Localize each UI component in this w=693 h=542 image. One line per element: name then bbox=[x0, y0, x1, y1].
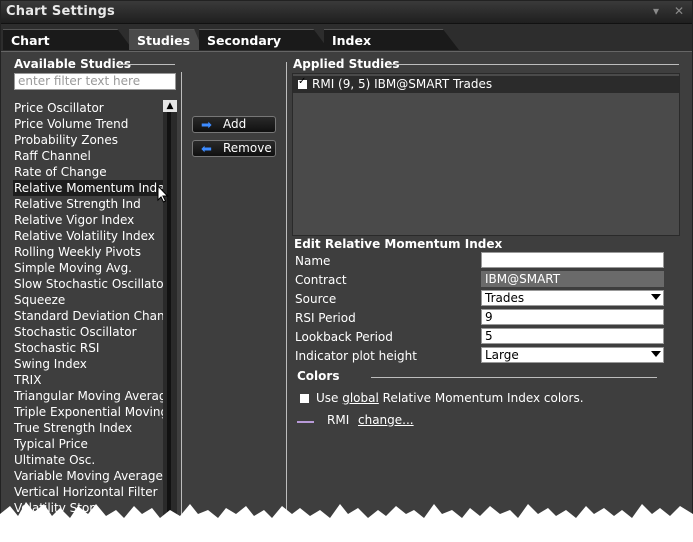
list-item[interactable]: Rolling Weekly Pivots bbox=[13, 244, 163, 260]
lookback-period-input[interactable]: 5 bbox=[481, 328, 664, 344]
torn-edge bbox=[0, 502, 693, 542]
studies-panel: Available Studies enter filter text here… bbox=[1, 51, 692, 541]
list-item[interactable]: Relative Momentum Index bbox=[13, 180, 163, 196]
list-item[interactable]: Squeeze bbox=[13, 292, 163, 308]
mouse-cursor-icon bbox=[157, 185, 169, 203]
contract-field: IBM@SMART bbox=[481, 271, 664, 287]
scroll-up-arrow-icon[interactable]: ▲ bbox=[163, 100, 177, 112]
tab-secondary-series[interactable]: Secondary Series bbox=[199, 29, 329, 50]
scrollbar-thumb[interactable] bbox=[167, 112, 171, 541]
arrow-left-icon: ⬅ bbox=[201, 142, 212, 157]
title-bar: Chart Settings ▾ ✕ bbox=[1, 1, 692, 24]
applied-study-checkbox[interactable] bbox=[298, 76, 307, 89]
chevron-down-icon bbox=[651, 351, 661, 357]
arrow-right-icon: ➡ bbox=[201, 118, 212, 133]
list-item[interactable]: Relative Strength Ind bbox=[13, 196, 163, 212]
edit-title: Edit Relative Momentum Index bbox=[294, 237, 503, 251]
list-item[interactable]: Variable Moving Average bbox=[13, 468, 163, 484]
available-studies-list[interactable]: Price Oscillator Price Volume Trend Probab… bbox=[13, 100, 163, 540]
close-icon[interactable]: ✕ bbox=[674, 4, 684, 18]
name-label: Name bbox=[295, 254, 331, 268]
list-item[interactable]: Rate of Change bbox=[13, 164, 163, 180]
applied-study-row[interactable]: RMI (9, 5) IBM@SMART Trades bbox=[293, 76, 679, 93]
chevron-down-icon bbox=[651, 294, 661, 300]
list-item[interactable]: Relative Volatility Index bbox=[13, 228, 163, 244]
name-input[interactable] bbox=[481, 252, 664, 268]
plot-height-select[interactable]: Large bbox=[481, 347, 664, 363]
lookback-period-label: Lookback Period bbox=[295, 330, 393, 344]
rmi-color-swatch bbox=[297, 421, 314, 423]
filter-input[interactable]: enter filter text here bbox=[14, 73, 176, 90]
list-item[interactable]: Price Volume Trend bbox=[13, 116, 163, 132]
tab-index-comparisons[interactable]: Index Comparisons bbox=[324, 29, 459, 50]
source-label: Source bbox=[295, 292, 337, 306]
list-item[interactable]: Ultimate Osc. bbox=[13, 452, 163, 468]
global-link[interactable]: global bbox=[342, 391, 379, 405]
column-divider bbox=[181, 72, 182, 541]
list-item[interactable]: Price Oscillator bbox=[13, 100, 163, 116]
rmi-line-label: RMI bbox=[327, 413, 350, 427]
divider bbox=[117, 64, 175, 65]
list-item[interactable]: Stochastic Oscillator bbox=[13, 324, 163, 340]
divider bbox=[387, 64, 679, 65]
column-divider bbox=[286, 62, 287, 541]
available-studies-title: Available Studies bbox=[14, 57, 132, 71]
rsi-period-input[interactable]: 9 bbox=[481, 309, 664, 325]
divider bbox=[371, 377, 657, 378]
list-item[interactable]: Probability Zones bbox=[13, 132, 163, 148]
list-item[interactable]: Standard Deviation Channel bbox=[13, 308, 163, 324]
add-button[interactable]: ➡ Add bbox=[192, 116, 276, 133]
list-item[interactable]: Triple Exponential Moving Average bbox=[13, 404, 163, 420]
use-global-label: Use global Relative Momentum Index color… bbox=[316, 391, 584, 405]
colors-title: Colors bbox=[297, 369, 340, 383]
source-select[interactable]: Trades bbox=[481, 290, 664, 306]
chart-settings-window: Chart Settings ▾ ✕ Chart Parameters Stud… bbox=[0, 0, 693, 542]
list-item[interactable]: Triangular Moving Average bbox=[13, 388, 163, 404]
plot-height-label: Indicator plot height bbox=[295, 349, 417, 363]
list-item[interactable]: Typical Price bbox=[13, 436, 163, 452]
applied-study-label: RMI (9, 5) IBM@SMART Trades bbox=[312, 77, 493, 91]
list-item[interactable]: Swing Index bbox=[13, 356, 163, 372]
applied-studies-list[interactable]: RMI (9, 5) IBM@SMART Trades bbox=[292, 73, 680, 236]
list-item[interactable]: Relative Vigor Index bbox=[13, 212, 163, 228]
list-item[interactable]: True Strength Index bbox=[13, 420, 163, 436]
use-global-checkbox[interactable] bbox=[300, 394, 309, 403]
collapse-icon[interactable]: ▾ bbox=[653, 4, 659, 18]
list-item[interactable]: Slow Stochastic Oscillator bbox=[13, 276, 163, 292]
tab-studies[interactable]: Studies bbox=[129, 29, 203, 50]
list-item[interactable]: TRIX bbox=[13, 372, 163, 388]
list-item[interactable]: Stochastic RSI bbox=[13, 340, 163, 356]
remove-button[interactable]: ⬅ Remove bbox=[192, 140, 276, 157]
tab-chart-parameters[interactable]: Chart Parameters bbox=[3, 29, 133, 50]
window-title: Chart Settings bbox=[6, 4, 115, 19]
contract-label: Contract bbox=[295, 273, 347, 287]
applied-studies-title: Applied Studies bbox=[293, 57, 400, 71]
list-item[interactable]: Raff Channel bbox=[13, 148, 163, 164]
list-item[interactable]: Simple Moving Avg. bbox=[13, 260, 163, 276]
change-color-link[interactable]: change... bbox=[358, 413, 414, 427]
tab-strip: Chart Parameters Studies Secondary Serie… bbox=[1, 24, 692, 51]
rsi-period-label: RSI Period bbox=[295, 311, 356, 325]
